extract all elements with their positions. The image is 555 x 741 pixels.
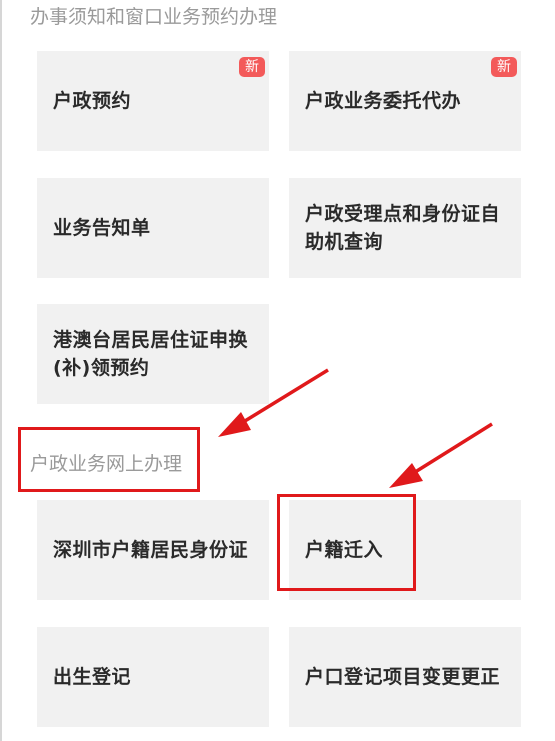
annotation-arrows	[218, 368, 493, 488]
arrow-shaft-1	[239, 368, 329, 426]
arrow-head-2	[389, 463, 423, 488]
arrow-head-1	[218, 412, 251, 437]
arrow-shaft-2	[411, 422, 493, 476]
